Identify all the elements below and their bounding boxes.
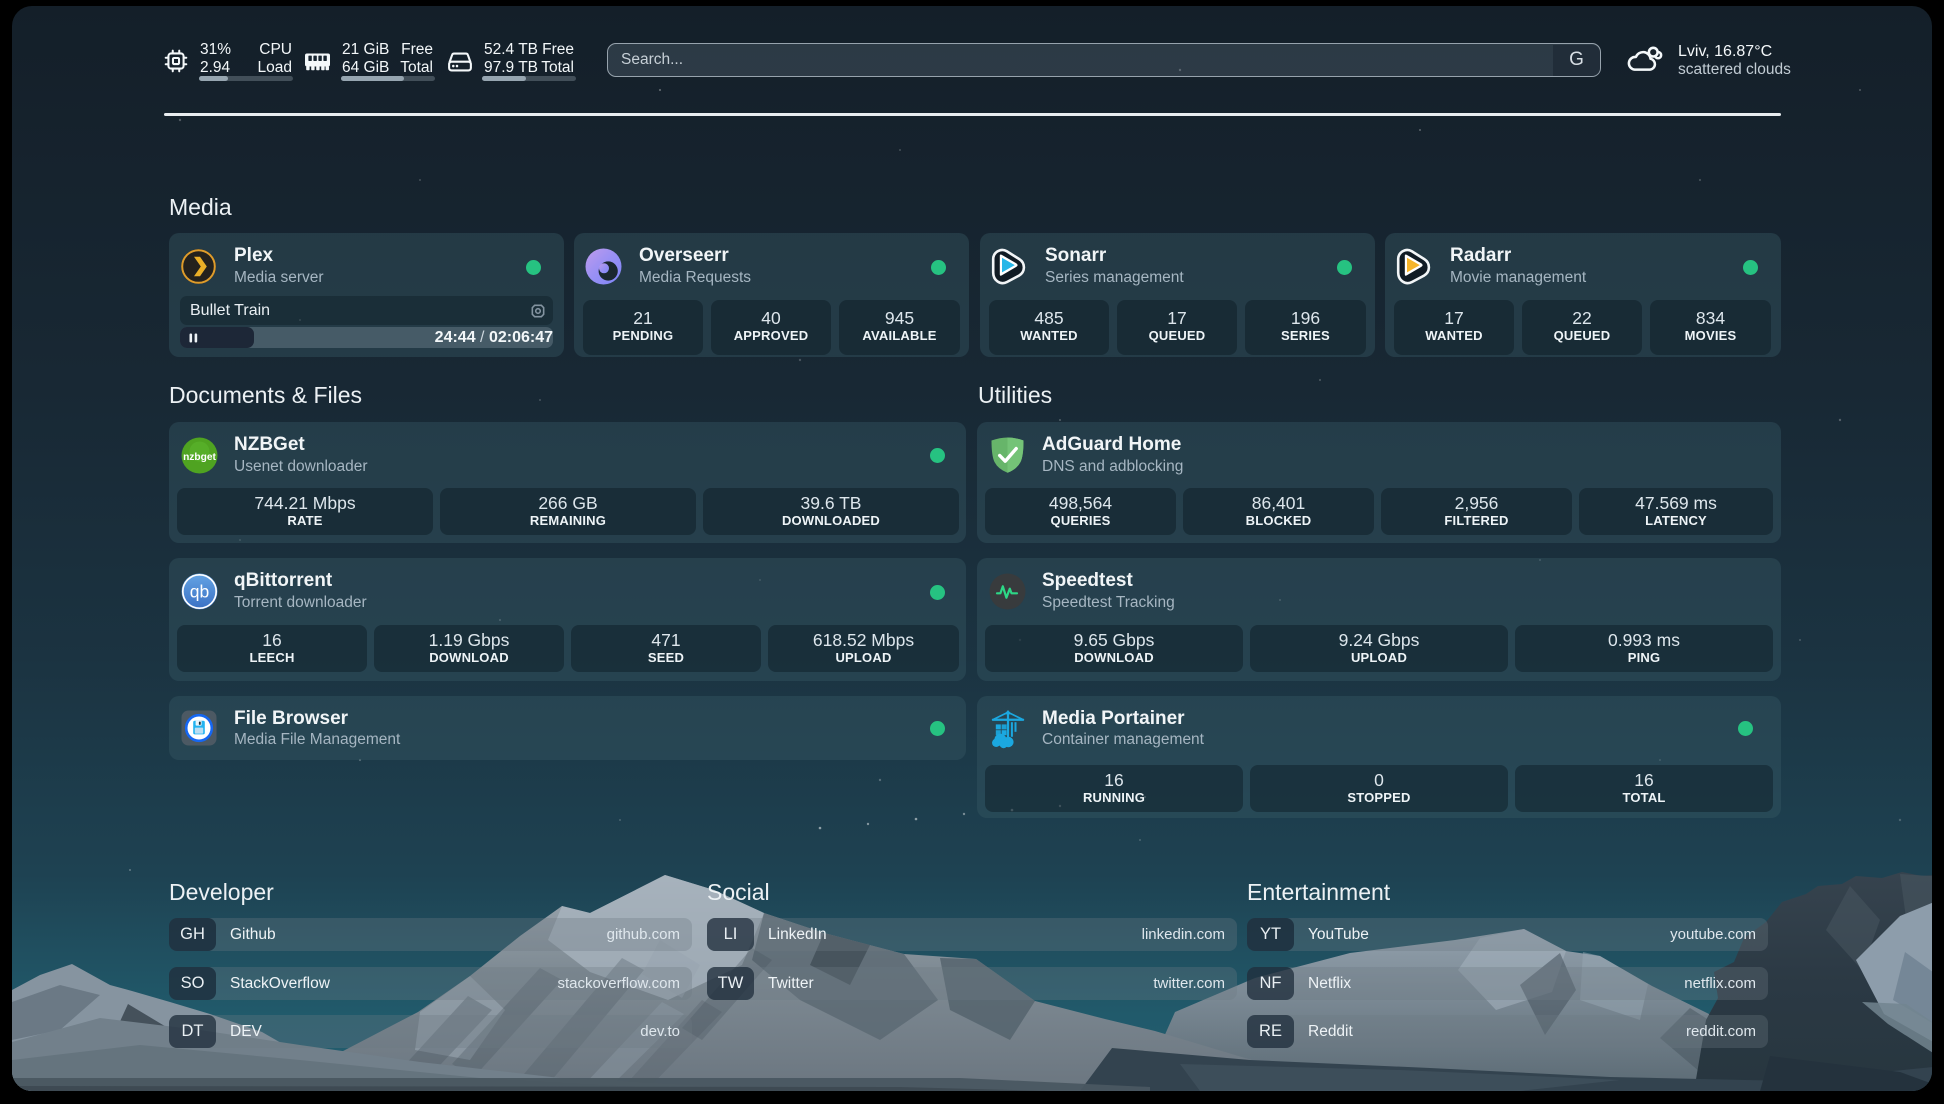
svg-text:qb: qb [190, 582, 209, 602]
svg-text:nzbget: nzbget [183, 452, 216, 463]
